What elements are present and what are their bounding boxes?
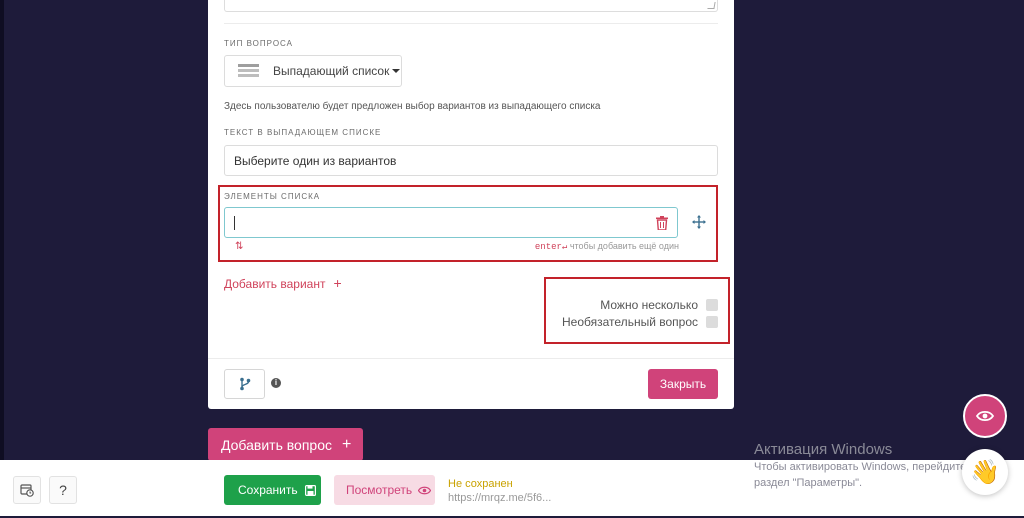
save-button[interactable]: Сохранить [224,475,321,505]
windows-activation-title: Активация Windows [754,441,893,458]
save-status: Не сохранен [448,478,513,490]
windows-activation-line1: Чтобы активировать Windows, перейдите в [754,461,976,473]
save-icon [304,484,316,496]
preview-button[interactable]: Посмотреть [334,475,435,505]
question-type-hint: Здесь пользователю будет предложен выбор… [224,101,601,112]
help-button[interactable]: ? [49,476,77,504]
divider [208,358,734,359]
plus-icon: + [341,435,352,453]
highlight-box-options [544,277,730,344]
help-icon: ? [59,482,67,498]
windows-activation-line2: раздел "Параметры". [754,477,863,489]
add-question-label: Добавить вопрос [221,436,332,453]
history-button[interactable] [13,476,41,504]
list-icon [238,64,259,78]
dropdown-text-label: ТЕКСТ В ВЫПАДАЮЩЕМ СПИСКЕ [224,128,382,137]
save-label: Сохранить [238,483,298,497]
question-type-value: Выпадающий список [273,64,390,78]
plus-icon: + [333,275,342,291]
divider [224,23,718,24]
resize-handle[interactable] [707,2,716,9]
branch-icon [239,377,250,391]
preview-label: Посмотреть [346,483,413,497]
add-variant-label: Добавить вариант [224,277,326,291]
quiz-url[interactable]: https://mrqz.me/5f6... [448,492,551,504]
question-type-select[interactable]: Выпадающий список [224,55,402,87]
wave-icon: 👋 [970,458,1000,486]
chat-widget-button[interactable]: 👋 [962,449,1008,495]
add-variant-button[interactable]: Добавить вариант + [224,275,342,291]
eye-icon [976,410,994,422]
dropdown-text-input[interactable] [224,145,718,176]
eye-icon [418,486,432,494]
add-question-button[interactable]: Добавить вопрос + [208,428,363,461]
question-type-label: ТИП ВОПРОСА [224,39,293,48]
previous-textarea[interactable] [224,0,718,12]
highlight-box-list-items [218,185,718,262]
chevron-down-icon [392,69,401,73]
left-edge [0,0,4,518]
close-button[interactable]: Закрыть [648,369,718,399]
calendar-clock-icon [20,484,34,497]
info-icon[interactable]: i [271,378,281,388]
preview-fab[interactable] [963,394,1007,438]
branch-logic-button[interactable] [224,369,265,399]
